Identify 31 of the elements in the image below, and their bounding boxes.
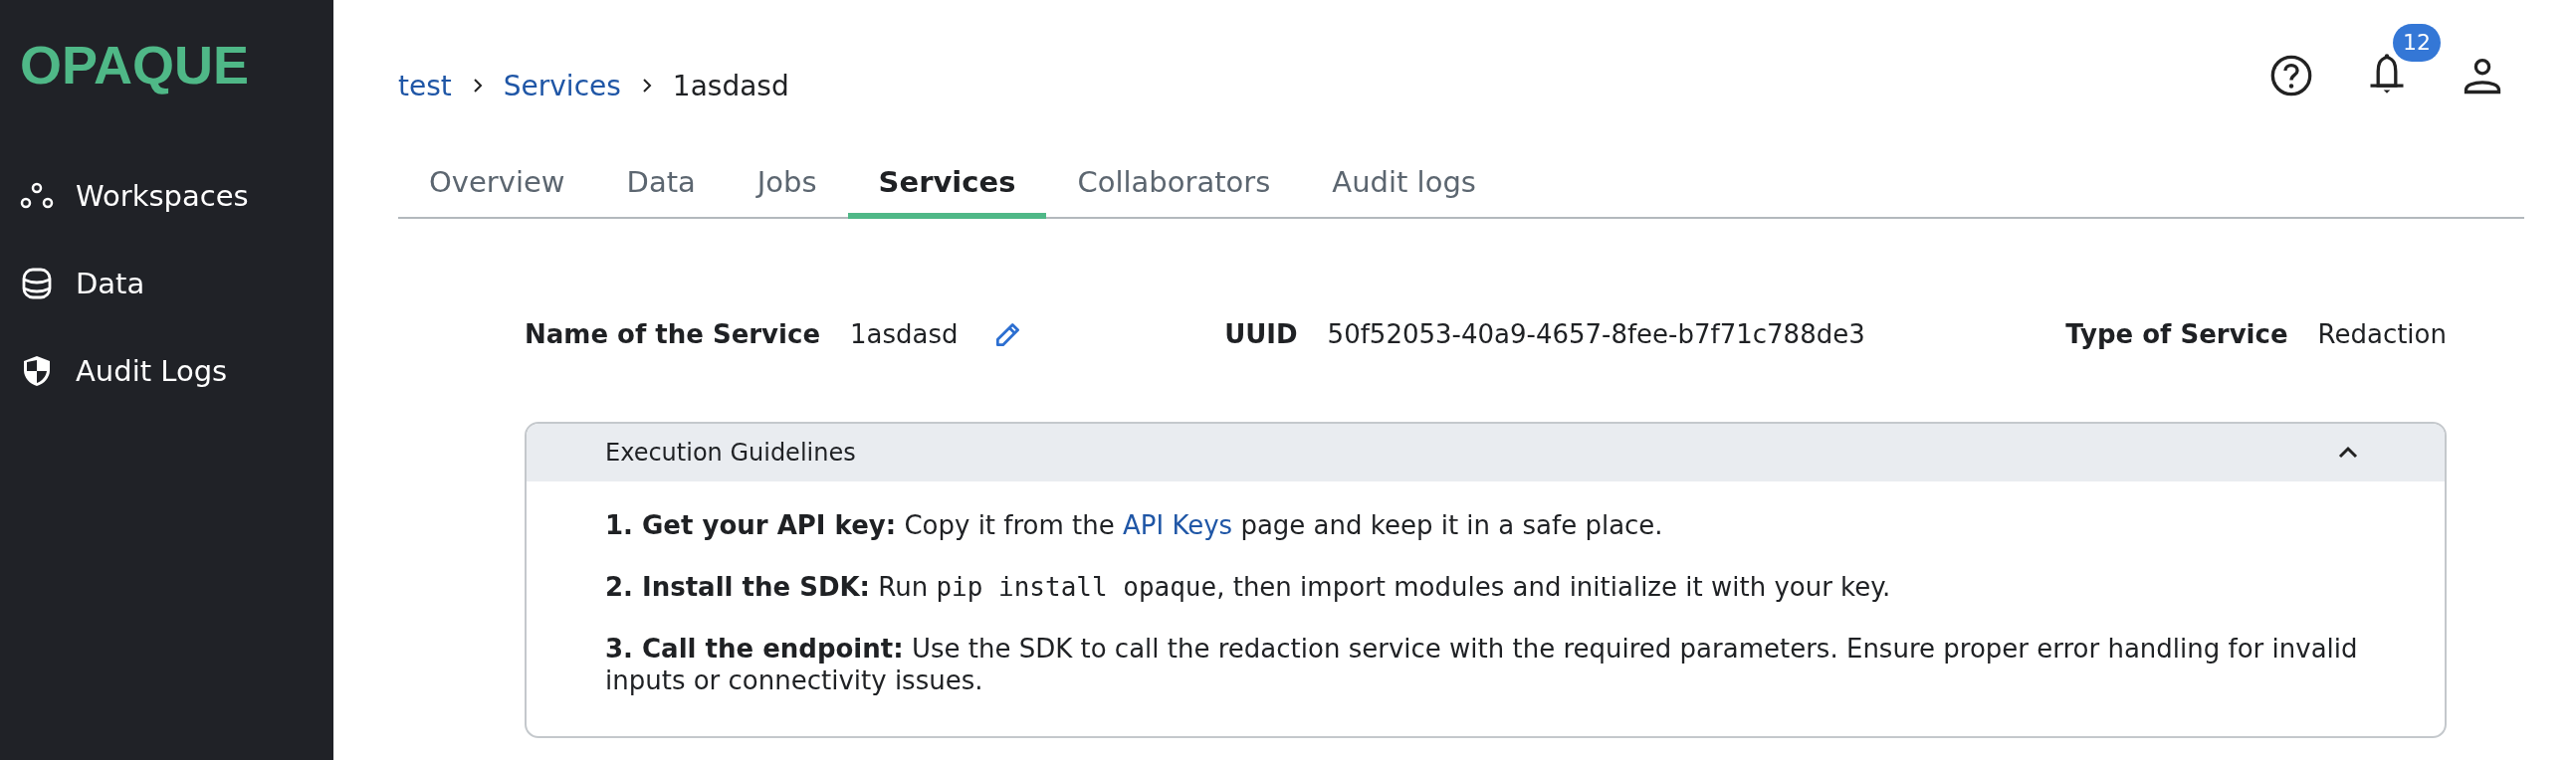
field-label: Type of Service: [2065, 319, 2288, 349]
tab[interactable]: Audit logs: [1301, 151, 1507, 219]
sidebar-item[interactable]: Workspaces: [20, 174, 333, 218]
breadcrumb-link[interactable]: Services: [503, 69, 621, 102]
panel-title: Execution Guidelines: [605, 439, 856, 467]
field-value: 1asdasd: [850, 319, 959, 349]
api-keys-link[interactable]: API Keys: [1123, 510, 1233, 540]
guideline-step: 3. Call the endpoint: Use the SDK to call the redaction service with the required parameters. Ensure proper error handling for invalid inputs or connectivity issues.: [605, 633, 2385, 696]
help-icon[interactable]: [2269, 54, 2313, 97]
caret-icon[interactable]: [2336, 445, 2360, 461]
tab[interactable]: Services: [847, 151, 1047, 219]
chevron-right-icon: [640, 78, 653, 94]
breadcrumb-link[interactable]: test: [398, 69, 452, 102]
field-label: UUID: [1224, 319, 1298, 349]
sidebar-item[interactable]: Audit Logs: [20, 349, 333, 393]
database-icon: [20, 267, 54, 300]
panel-header[interactable]: Execution Guidelines: [527, 424, 2445, 481]
sidebar-item[interactable]: Data: [20, 262, 333, 305]
breadcrumb-current[interactable]: 1asdasd: [672, 69, 789, 102]
chevron-right-icon: [471, 78, 484, 94]
tab[interactable]: Data: [595, 151, 727, 219]
logo: OPAQUE: [20, 34, 251, 95]
tab[interactable]: Jobs: [726, 151, 848, 219]
field-label: Name of the Service: [525, 319, 821, 349]
tab[interactable]: Collaborators: [1046, 151, 1302, 219]
field-value: Redaction: [2317, 319, 2447, 349]
guideline-step: 1. Get your API key: Copy it from the API Keys page and keep it in a safe place.: [605, 509, 2385, 541]
field-value: 50f52053-40a9-4657-8fee-b7f71c788de3: [1327, 319, 1865, 349]
guideline-step: 2. Install the SDK: Run pip install opaque, then import modules and initialize it with your key.: [605, 571, 2385, 603]
tab[interactable]: Overview: [398, 151, 596, 219]
notification-badge: 12: [2393, 24, 2441, 62]
